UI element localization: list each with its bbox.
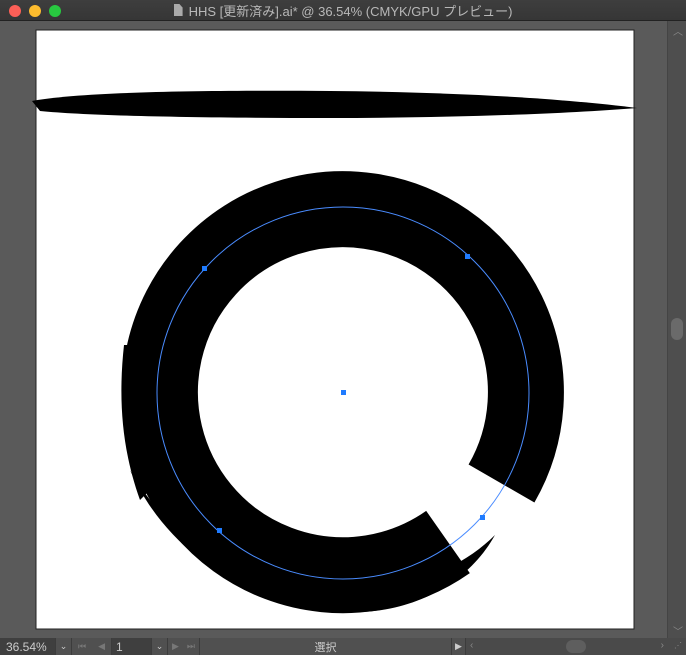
scroll-left-icon[interactable]: ‹ [470,640,473,651]
anchor-point[interactable] [202,266,207,271]
first-artboard-icon[interactable]: ⏮ [78,641,86,652]
tool-name: 選択 [314,641,337,654]
zoom-value: 36.54% [6,639,47,654]
last-artboard-icon[interactable]: ⏭ [187,641,195,652]
prev-artboard-icon[interactable]: ◀ [98,641,105,652]
chevron-down-icon[interactable]: ⌄ [152,638,168,655]
horizontal-scrollbar[interactable]: ‹ › ⋰ [466,638,686,655]
scroll-down-icon[interactable]: ﹀ [673,623,683,638]
vertical-scrollbar[interactable]: ︿ ﹀ [667,21,686,638]
anchor-point[interactable] [217,528,222,533]
vertical-scroll-thumb[interactable] [671,318,683,340]
artwork [32,29,637,630]
play-icon[interactable]: ▶ [452,638,466,655]
anchor-point[interactable] [480,515,485,520]
chevron-down-icon[interactable]: ⌄ [56,638,72,655]
status-bar: 36.54% ⌄ ⏮ ◀ 1 ⌄ ▶ ⏭ 選択 ▶ ‹ › ⋰ [0,638,686,655]
next-artboard-icon[interactable]: ▶ [172,641,179,652]
tool-status[interactable]: 選択 [200,638,452,655]
anchor-point[interactable] [465,254,470,259]
horizontal-scroll-thumb[interactable] [566,640,586,653]
artboard-field[interactable]: 1 [112,638,152,655]
resize-grip-icon[interactable]: ⋰ [674,641,682,650]
artboard-number: 1 [116,639,123,654]
scroll-up-icon[interactable]: ︿ [673,23,683,38]
center-point[interactable] [341,390,346,395]
zoom-field[interactable]: 36.54% [0,638,56,655]
scroll-right-icon[interactable]: › [661,640,664,651]
